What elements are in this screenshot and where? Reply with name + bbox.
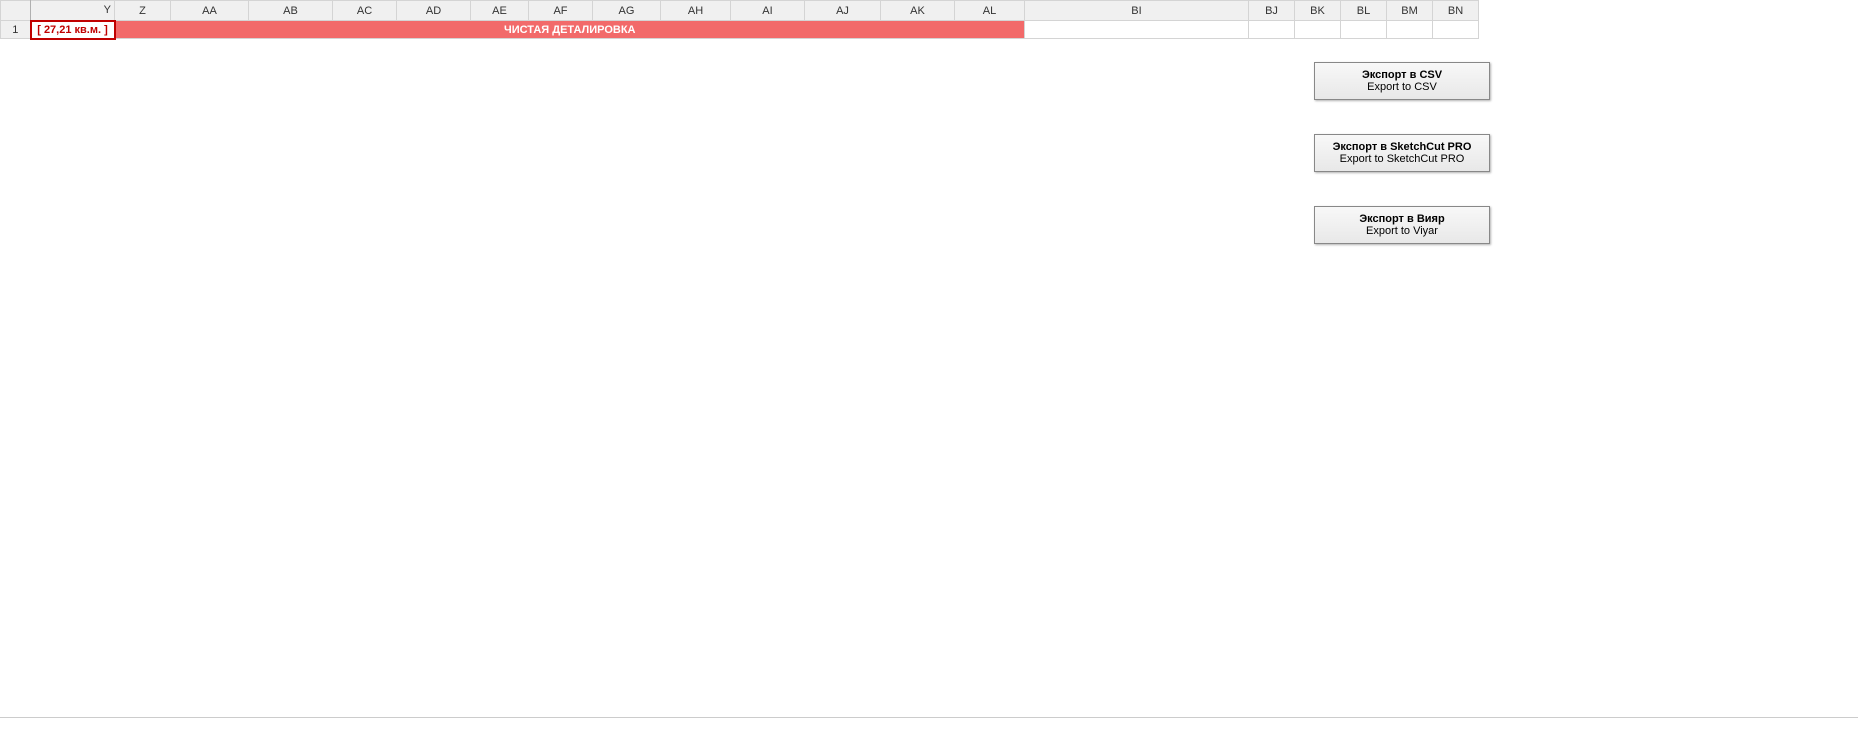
col-header-BK[interactable]: BK [1295,1,1341,21]
col-header-AH[interactable]: AH [661,1,731,21]
export-sketchcut-line2: Export to SketchCut PRO [1315,153,1489,165]
col-header-AG[interactable]: AG [593,1,661,21]
col-header-AD[interactable]: AD [397,1,471,21]
square-meters-box: [ 27,21 кв.м. ] [31,21,115,39]
col-header-BJ[interactable]: BJ [1249,1,1295,21]
export-viyar-line1: Экспорт в Вияр [1315,213,1489,225]
export-csv-line1: Экспорт в CSV [1315,69,1489,81]
col-header-BI[interactable]: BI [1025,1,1249,21]
col-header-AL[interactable]: AL [955,1,1025,21]
row-header[interactable]: 1 [1,21,31,39]
export-csv-line2: Export to CSV [1315,81,1489,93]
col-header-Z[interactable]: Z [115,1,171,21]
col-header-AF[interactable]: AF [529,1,593,21]
col-header-BM[interactable]: BM [1387,1,1433,21]
spreadsheet-grid[interactable]: YZAAABACADAEAFAGAHAIAJAKALBIBJBKBLBMBN 1… [0,0,1858,717]
col-header-AJ[interactable]: AJ [805,1,881,21]
export-sketchcut-line1: Экспорт в SketchCut PRO [1315,141,1489,153]
select-all-corner[interactable] [1,1,31,21]
col-header-BL[interactable]: BL [1341,1,1387,21]
col-header-AA[interactable]: AA [171,1,249,21]
col-header-AE[interactable]: AE [471,1,529,21]
export-csv-button[interactable]: Экспорт в CSV Export to CSV [1314,62,1490,100]
export-viyar-line2: Export to Viyar [1315,225,1489,237]
col-header-AK[interactable]: AK [881,1,955,21]
col-header-AB[interactable]: AB [249,1,333,21]
column-header-row: YZAAABACADAEAFAGAHAIAJAKALBIBJBKBLBMBN [1,1,1479,21]
export-sketchcut-button[interactable]: Экспорт в SketchCut PRO Export to Sketch… [1314,134,1490,172]
col-header-BN[interactable]: BN [1433,1,1479,21]
col-header-AC[interactable]: AC [333,1,397,21]
detailing-title: ЧИСТАЯ ДЕТАЛИРОВКА [115,21,1025,39]
export-viyar-button[interactable]: Экспорт в Вияр Export to Viyar [1314,206,1490,244]
col-header-AI[interactable]: AI [731,1,805,21]
col-header-Y[interactable]: Y [31,1,115,21]
sheet-tab-bar [0,717,1858,741]
